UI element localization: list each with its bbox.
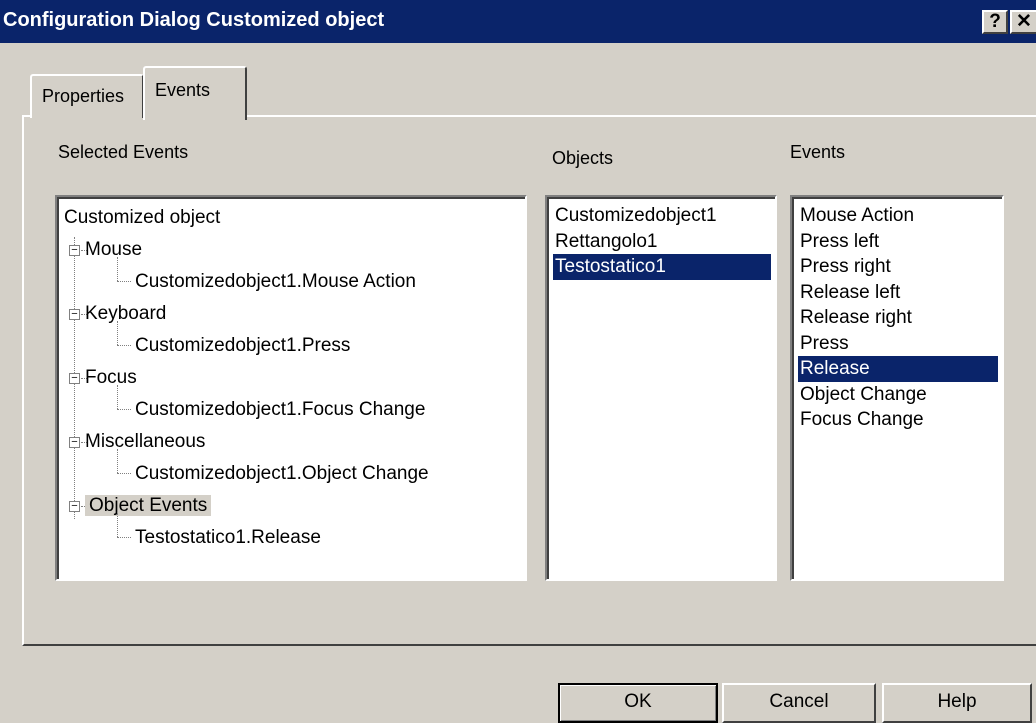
event-list-item[interactable]: Release right <box>798 305 998 331</box>
tree-connector <box>117 345 131 346</box>
objects-list[interactable]: Customizedobject1 Rettangolo1 Testostatico… <box>545 195 777 581</box>
tab-events[interactable]: Events <box>143 66 247 120</box>
objects-label: Objects <box>552 148 614 168</box>
tree-group[interactable]: Keyboard <box>85 299 166 329</box>
close-icon-button[interactable]: ✕ <box>1010 10 1036 34</box>
event-list-item[interactable]: Press left <box>798 229 998 255</box>
selected-events-tree[interactable]: Customized object − Mouse Customizedobject… <box>55 195 527 581</box>
tree-group[interactable]: Miscellaneous <box>85 427 205 457</box>
events-list[interactable]: Mouse Action Press left Press right Release… <box>790 195 1004 581</box>
event-list-item[interactable]: Mouse Action <box>798 203 998 229</box>
tab-properties[interactable]: Properties <box>30 74 144 118</box>
tree-connector <box>117 385 118 409</box>
collapse-icon[interactable]: − <box>69 309 80 320</box>
tree-group[interactable]: Object Events <box>85 491 212 521</box>
object-list-item[interactable]: Customizedobject1 <box>553 203 771 229</box>
tree-event-item[interactable]: Customizedobject1.Press <box>135 331 350 361</box>
object-list-item[interactable]: Testostatico1 <box>553 254 771 280</box>
tree-connector <box>117 321 118 345</box>
event-list-item[interactable]: Press <box>798 331 998 357</box>
collapse-icon[interactable]: − <box>69 437 80 448</box>
tree-root[interactable]: Customized object <box>64 203 220 233</box>
selected-events-label: Selected Events <box>58 142 189 162</box>
tree-group-label: Keyboard <box>85 303 167 324</box>
event-list-item[interactable]: Focus Change <box>798 407 998 433</box>
tree-connector <box>117 473 131 474</box>
tree-event-item[interactable]: Testostatico1.Release <box>135 523 321 553</box>
tree-group-label: Focus <box>85 367 137 388</box>
window-title: Configuration Dialog Customized object <box>3 9 385 31</box>
ok-button[interactable]: OK <box>558 683 718 723</box>
configuration-dialog: Configuration Dialog Customized object ?… <box>0 0 1036 723</box>
tree-connector <box>117 257 118 281</box>
tree-event-item[interactable]: Customizedobject1.Mouse Action <box>135 267 416 297</box>
event-list-item[interactable]: Release left <box>798 280 998 306</box>
help-icon-button[interactable]: ? <box>982 10 1008 34</box>
collapse-icon[interactable]: − <box>69 501 80 512</box>
tree-connector <box>117 281 131 282</box>
tree-group-label: Object Events <box>85 495 212 516</box>
tree-connector <box>117 513 118 537</box>
events-label: Events <box>790 142 846 162</box>
collapse-icon[interactable]: − <box>69 245 80 256</box>
tree-group-label: Miscellaneous <box>85 431 206 452</box>
event-list-item[interactable]: Press right <box>798 254 998 280</box>
cancel-button[interactable]: Cancel <box>722 683 876 723</box>
title-bar[interactable]: Configuration Dialog Customized object ?… <box>0 0 1036 43</box>
tree-event-item[interactable]: Customizedobject1.Object Change <box>135 459 429 489</box>
tree-group[interactable]: Mouse <box>85 235 142 265</box>
tree-connector <box>117 537 131 538</box>
collapse-icon[interactable]: − <box>69 373 80 384</box>
tree-event-item[interactable]: Customizedobject1.Focus Change <box>135 395 425 425</box>
tree-connector <box>117 449 118 473</box>
event-list-item[interactable]: Object Change <box>798 382 998 408</box>
tree-connector <box>117 409 131 410</box>
help-button[interactable]: Help <box>882 683 1032 723</box>
object-list-item[interactable]: Rettangolo1 <box>553 229 771 255</box>
tree-group-label: Mouse <box>85 239 143 260</box>
tree-group[interactable]: Focus <box>85 363 137 393</box>
event-list-item[interactable]: Release <box>798 356 998 382</box>
